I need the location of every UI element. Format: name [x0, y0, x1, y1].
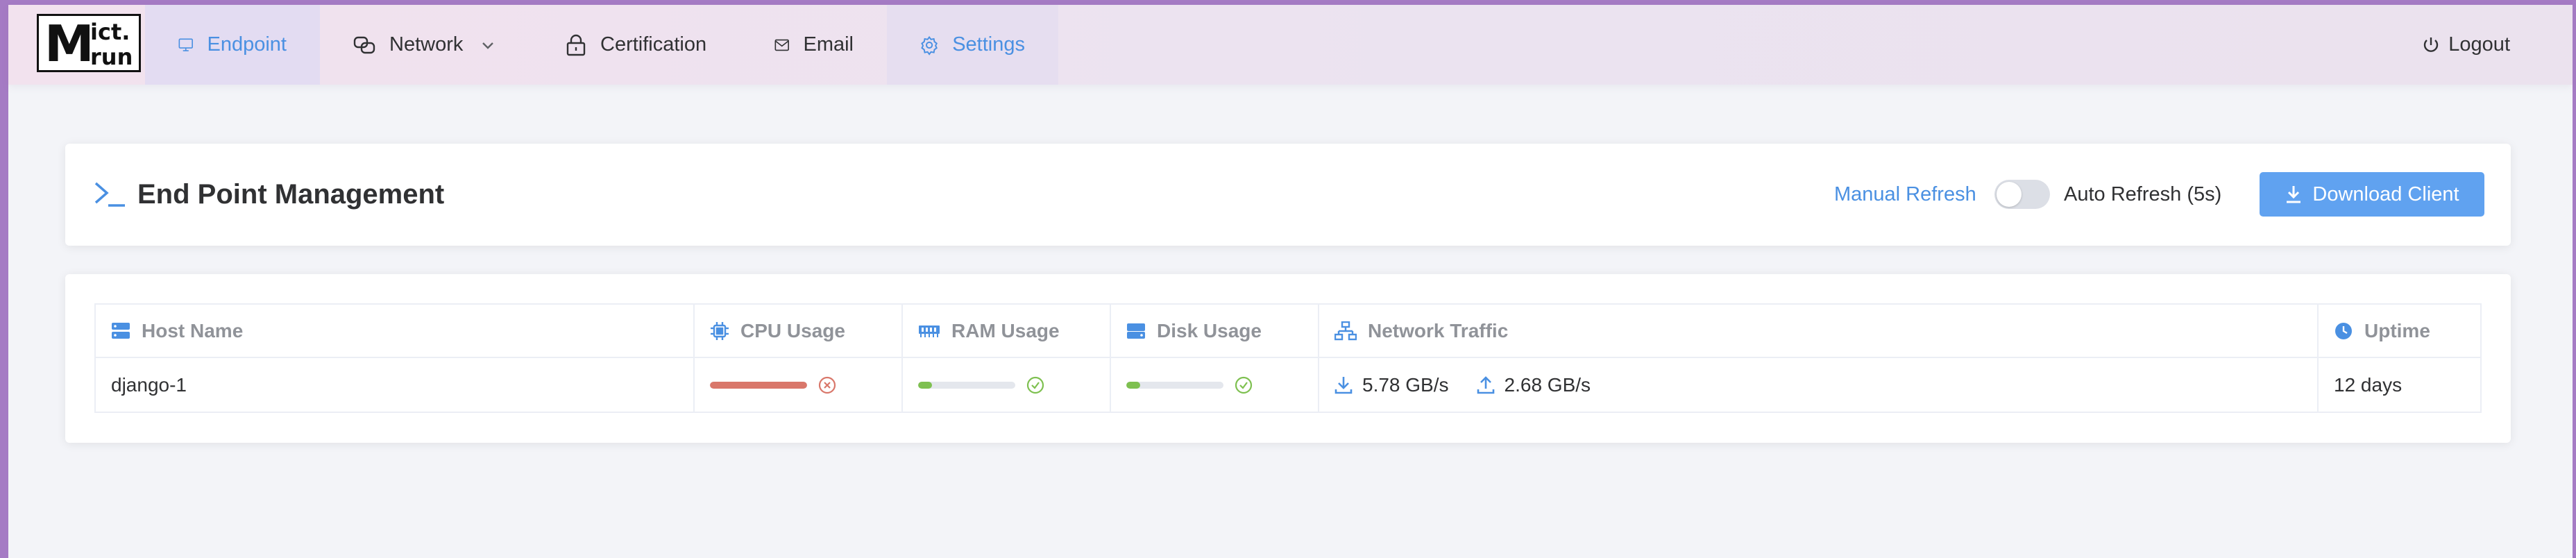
download-arrow-icon — [1334, 376, 1353, 394]
header-label: Network Traffic — [1368, 319, 1509, 341]
logout-button[interactable]: Logout — [2422, 5, 2510, 85]
column-cpu-usage: CPU Usage — [695, 305, 903, 412]
window-frame-top — [0, 0, 2576, 5]
hard-drive-icon — [1127, 323, 1145, 339]
window-frame-right — [2573, 0, 2576, 558]
table-cell-ram — [903, 358, 1110, 412]
upload-traffic: 2.68 GB/s — [1477, 374, 1591, 396]
page-title: End Point Management — [137, 179, 445, 210]
table-cell-host: django-1 — [96, 358, 693, 412]
cpu-usage-bar — [710, 381, 807, 389]
network-icon — [1334, 321, 1357, 340]
auto-refresh-label: Auto Refresh (5s) — [2064, 183, 2222, 205]
table-header-cell[interactable]: RAM Usage — [903, 305, 1110, 358]
table-cell-network: 5.78 GB/s 2.68 GB/s — [1319, 358, 2317, 412]
lock-icon — [566, 34, 586, 56]
link-icon — [353, 36, 375, 53]
nav-item-label: Email — [803, 33, 854, 56]
table-header-cell[interactable]: Host Name — [96, 305, 693, 358]
column-host-name: Host Name django-1 — [96, 305, 695, 412]
column-disk-usage: Disk Usage — [1111, 305, 1319, 412]
server-icon — [112, 322, 130, 339]
column-network-traffic: Network Traffic 5.78 GB/s 2.68 GB/s — [1319, 305, 2319, 412]
download-rate: 5.78 GB/s — [1362, 373, 1449, 396]
host-name: django-1 — [111, 373, 187, 396]
auto-refresh-toggle[interactable] — [1994, 180, 2050, 209]
upload-rate: 2.68 GB/s — [1504, 373, 1591, 396]
header-label: Uptime — [2364, 319, 2430, 341]
table-header-cell[interactable]: CPU Usage — [695, 305, 901, 358]
table-header-cell[interactable]: Disk Usage — [1111, 305, 1318, 358]
header-label: Host Name — [142, 319, 244, 341]
table-cell-uptime: 12 days — [2319, 358, 2480, 412]
table-header-cell[interactable]: Uptime — [2319, 305, 2480, 358]
logo-text-line1: ict. — [90, 19, 130, 45]
page-header-card: End Point Management Manual Refresh Auto… — [65, 144, 2511, 246]
disk-usage-bar — [1126, 381, 1223, 389]
endpoint-table: Host Name django-1 CPU Usage RAM Usage D… — [94, 303, 2482, 413]
nav-item-settings[interactable]: Settings — [887, 5, 1058, 85]
memory-icon — [919, 325, 940, 337]
manual-refresh-link[interactable]: Manual Refresh — [1834, 183, 1976, 206]
envelope-icon — [774, 39, 789, 51]
header-label: CPU Usage — [740, 319, 845, 341]
nav-item-endpoint[interactable]: Endpoint — [145, 5, 320, 85]
app-logo[interactable]: M ict. run — [37, 14, 141, 72]
endpoint-table-card: Host Name django-1 CPU Usage RAM Usage D… — [65, 274, 2511, 443]
table-cell-cpu — [695, 358, 901, 412]
table-cell-disk — [1111, 358, 1318, 412]
top-navigation-bar: M ict. run Endpoint Network Certificatio… — [8, 5, 2573, 85]
check-circle-icon — [1235, 376, 1253, 394]
logout-label: Logout — [2448, 33, 2510, 56]
table-header-cell[interactable]: Network Traffic — [1319, 305, 2317, 358]
chevron-down-icon — [482, 42, 494, 49]
download-icon — [2287, 186, 2301, 203]
download-client-button[interactable]: Download Client — [2260, 172, 2484, 217]
nav-item-label: Certification — [600, 33, 707, 56]
window-frame-left — [0, 0, 8, 558]
toggle-knob — [1997, 182, 2022, 207]
nav-item-network[interactable]: Network — [320, 5, 532, 85]
cpu-icon — [711, 321, 729, 340]
gear-icon — [921, 35, 938, 56]
terminal-prompt-icon — [94, 182, 125, 207]
error-circle-icon — [818, 376, 836, 394]
uptime-value: 12 days — [2334, 373, 2403, 396]
header-label: Disk Usage — [1157, 319, 1262, 341]
nav-item-label: Settings — [952, 33, 1025, 56]
clock-icon — [2335, 322, 2352, 339]
ram-usage-fill — [918, 381, 932, 389]
column-ram-usage: RAM Usage — [903, 305, 1111, 412]
logo-text-line2: run — [90, 44, 133, 70]
logo-letter: M — [44, 15, 94, 73]
upload-arrow-icon — [1477, 375, 1494, 394]
nav-item-certification[interactable]: Certification — [532, 5, 741, 85]
monitor-icon — [178, 37, 193, 51]
column-uptime: Uptime 12 days — [2319, 305, 2480, 412]
ram-usage-bar — [918, 381, 1015, 389]
cpu-usage-fill — [710, 381, 807, 389]
check-circle-icon — [1026, 376, 1044, 394]
disk-usage-fill — [1126, 381, 1140, 389]
header-label: RAM Usage — [951, 319, 1060, 341]
download-traffic: 5.78 GB/s — [1334, 374, 1449, 396]
nav-item-label: Network — [389, 33, 464, 56]
nav-item-label: Endpoint — [207, 33, 287, 56]
download-client-label: Download Client — [2312, 183, 2459, 205]
nav-item-email[interactable]: Email — [741, 5, 887, 85]
power-icon — [2424, 37, 2439, 52]
